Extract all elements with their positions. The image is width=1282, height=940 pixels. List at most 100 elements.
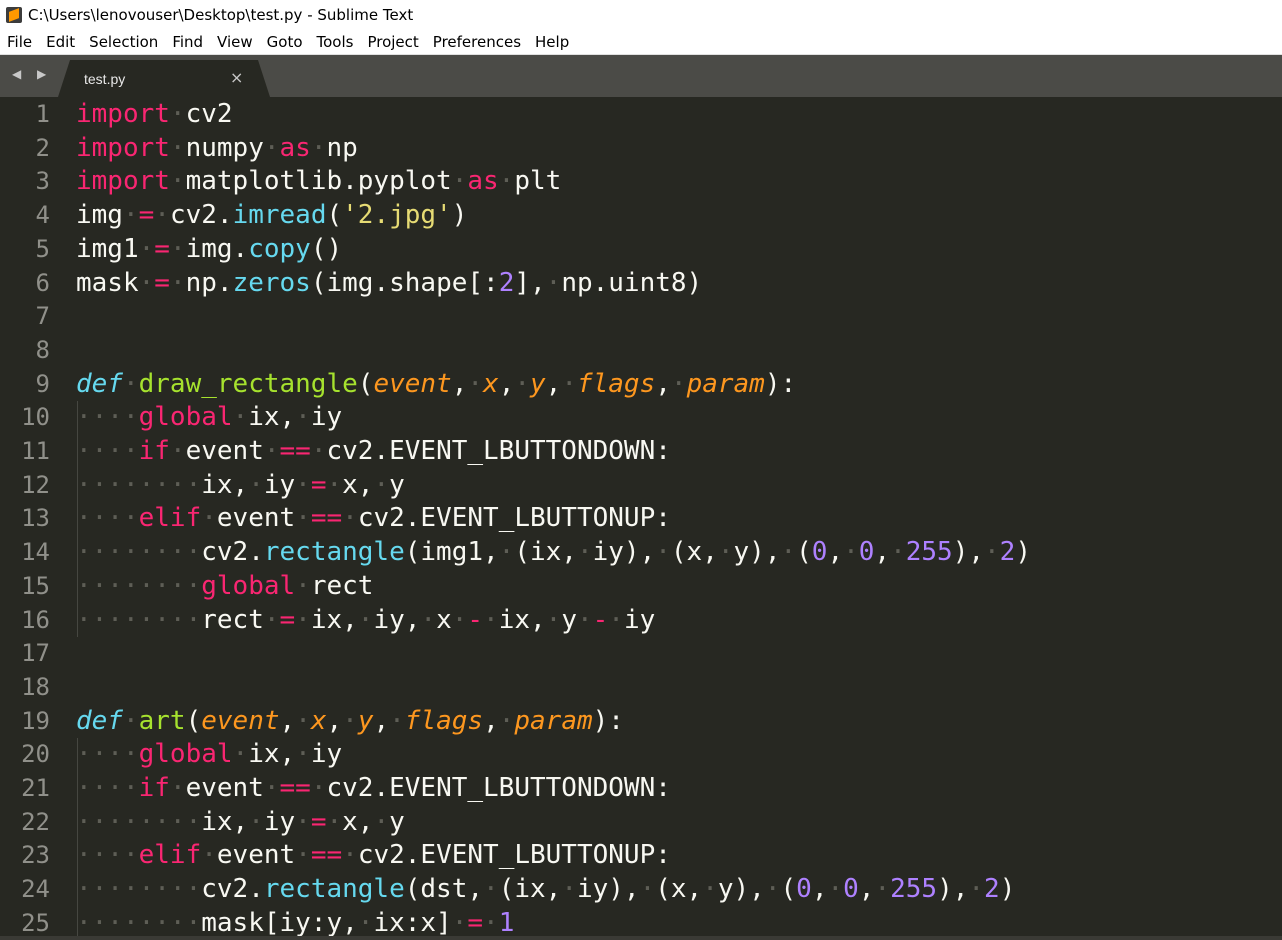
code-token-num: 2 <box>498 267 515 298</box>
code-token-param: y <box>530 368 546 399</box>
code-token-ws: · <box>545 604 562 635</box>
code-token-ws: · <box>357 907 374 938</box>
code-line: import·cv2 <box>76 98 233 132</box>
menu-goto[interactable]: Goto <box>267 33 303 51</box>
code-token-ws: · <box>968 874 985 905</box>
code-token-plain: ( <box>796 537 812 568</box>
code-token-def: def <box>76 705 123 736</box>
line-number: 24 <box>21 875 50 904</box>
code-token-plain: np <box>326 132 358 163</box>
line-number: 17 <box>21 639 50 668</box>
code-token-plain: event <box>216 503 296 534</box>
code-token-ws: · <box>483 907 499 938</box>
menu-find[interactable]: Find <box>172 33 203 51</box>
code-token-op: == <box>279 773 311 803</box>
code-editor[interactable]: 1 2 3 4 5 6 7 8 9 10 11 12 13 14 15 16 17 18 19 20 21 22 23 24 2… <box>0 97 1282 940</box>
code-token-kw: elif <box>138 840 202 871</box>
code-token-ws: · <box>122 368 139 399</box>
code-area[interactable]: import·cv2 import·numpy·as·np import·matpl… <box>76 97 1282 940</box>
code-token-ws: · <box>342 840 358 871</box>
code-token-plain: , <box>858 874 875 905</box>
code-token-ws: · <box>263 773 280 803</box>
code-token-op: = <box>279 604 296 635</box>
code-token-plain: iy <box>263 469 296 500</box>
code-token-ws: · <box>373 806 390 837</box>
code-token-plain: ): <box>592 705 624 736</box>
code-token-num: 0 <box>811 537 828 568</box>
menu-view[interactable]: View <box>217 33 253 51</box>
code-token-ws: · <box>169 436 186 466</box>
code-line: mask·=·np.zeros(img.shape[:2],·np.uint8) <box>76 267 702 301</box>
code-token-ws: · <box>326 469 343 500</box>
menu-bar: File Edit Selection Find View Goto Tools… <box>0 30 1282 55</box>
code-token-param: param <box>514 705 593 736</box>
code-token-param: event <box>201 705 280 736</box>
code-token-plain: ) <box>999 874 1016 905</box>
code-token-plain: ) <box>451 200 468 231</box>
code-token-plain: iy <box>310 402 343 433</box>
code-token-ws: · <box>874 874 891 905</box>
code-token-kw: import <box>76 166 170 197</box>
code-token-plain: mask <box>76 267 139 298</box>
tab-bar: ◀ ▶ test.py × <box>0 55 1282 97</box>
code-token-num: 255 <box>905 537 953 568</box>
code-token-plain: event <box>185 773 264 803</box>
line-number: 23 <box>21 841 50 870</box>
code-token-ws: · <box>498 705 515 736</box>
code-token-plain: cv2.EVENT_LBUTTONUP: <box>357 503 671 534</box>
code-token-plain: , <box>827 537 844 568</box>
menu-file[interactable]: File <box>7 33 32 51</box>
menu-selection[interactable]: Selection <box>89 33 158 51</box>
code-token-plain: ( <box>326 200 343 231</box>
code-token-kw: elif <box>138 503 202 534</box>
tab-test-py[interactable]: test.py × <box>58 60 270 97</box>
code-token-plain: , <box>451 368 468 399</box>
code-token-ws: · <box>169 99 186 129</box>
code-token-plain: ) <box>1015 537 1031 568</box>
code-token-ws: · <box>169 267 186 298</box>
code-token-name: draw_rectangle <box>138 368 358 399</box>
code-token-plain: y <box>389 469 405 500</box>
code-token-ws: ···· <box>76 739 139 770</box>
code-token-op: = <box>310 469 327 500</box>
line-number: 5 <box>35 234 50 263</box>
menu-edit[interactable]: Edit <box>46 33 75 51</box>
line-number: 1 <box>35 100 50 128</box>
line-number: 13 <box>21 504 50 533</box>
code-token-ws: · <box>326 806 343 837</box>
code-token-ws: · <box>248 469 264 500</box>
menu-tools[interactable]: Tools <box>317 33 354 51</box>
code-token-ws: · <box>263 604 280 635</box>
code-token-op: = <box>154 267 170 298</box>
code-token-op: == <box>310 840 343 871</box>
code-token-param: flags <box>404 705 484 736</box>
menu-help[interactable]: Help <box>535 33 569 51</box>
code-token-ws: · <box>545 267 562 298</box>
code-line: img·=·cv2.imread('2.jpg') <box>76 199 467 233</box>
code-token-ws: · <box>827 874 844 905</box>
code-token-ws: · <box>483 604 499 635</box>
line-number: 19 <box>21 706 50 735</box>
code-token-op: - <box>467 604 484 635</box>
code-token-plain: ), <box>952 537 985 568</box>
code-token-ws: · <box>483 874 499 905</box>
tab-close-icon[interactable]: × <box>230 68 243 87</box>
menu-project[interactable]: Project <box>367 33 418 51</box>
code-token-ws: · <box>295 806 311 837</box>
code-token-ws: · <box>169 132 186 163</box>
horizontal-scrollbar[interactable] <box>0 936 1282 940</box>
code-token-ws: ········ <box>76 469 202 500</box>
code-line: img1·=·img.copy() <box>76 233 342 267</box>
code-token-ws: · <box>122 705 139 736</box>
code-token-plain: numpy <box>185 132 264 163</box>
code-token-ws: · <box>451 604 468 635</box>
code-token-ws: ···· <box>76 436 139 466</box>
code-token-ws: · <box>890 537 906 568</box>
code-token-ws: · <box>295 570 311 601</box>
code-line: ····elif·event·==·cv2.EVENT_LBUTTONUP: <box>76 502 671 536</box>
line-number: 12 <box>21 470 50 499</box>
code-token-plain: cv2. <box>169 200 233 231</box>
menu-preferences[interactable]: Preferences <box>433 33 521 51</box>
tab-nav-arrows-icon[interactable]: ◀ ▶ <box>12 67 52 81</box>
code-token-param: y <box>357 705 374 736</box>
